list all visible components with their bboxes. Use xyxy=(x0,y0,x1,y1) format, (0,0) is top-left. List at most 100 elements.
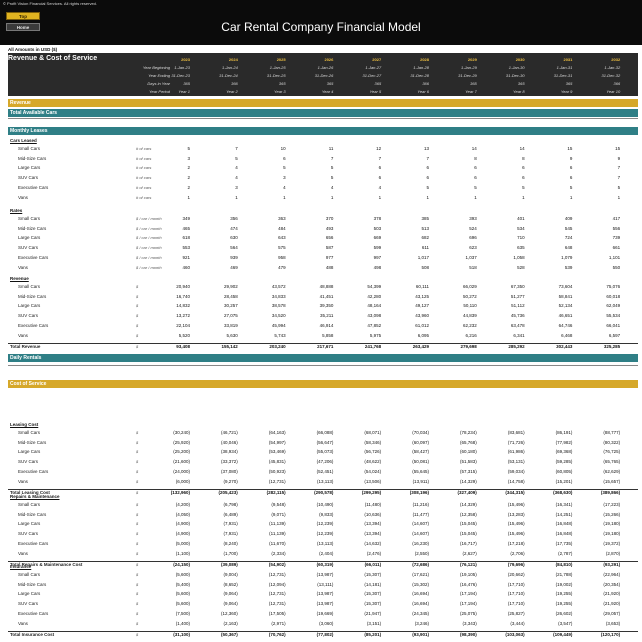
value-cell[interactable]: (16,476) xyxy=(437,582,477,587)
value-cell[interactable]: (19,105) xyxy=(437,572,477,577)
value-cell[interactable]: 3 xyxy=(198,185,238,190)
value-cell[interactable]: 635 xyxy=(485,245,525,250)
value-cell[interactable]: (17,505) xyxy=(246,611,286,616)
value-cell[interactable]: (60,319) xyxy=(293,562,334,567)
value-cell[interactable]: 7 xyxy=(580,175,621,180)
value-cell[interactable]: (4,900) xyxy=(150,521,190,526)
value-cell[interactable]: (58,346) xyxy=(341,440,381,445)
value-cell[interactable]: (11,139) xyxy=(246,531,285,536)
value-cell[interactable]: (71,726) xyxy=(485,440,525,445)
value-cell[interactable]: 401 xyxy=(485,216,525,221)
value-cell[interactable]: (19,255) xyxy=(532,591,573,596)
value-cell[interactable]: (54,997) xyxy=(246,440,286,445)
value-cell[interactable]: 73,604 xyxy=(532,284,573,289)
value-cell[interactable]: 2 xyxy=(150,165,190,170)
value-cell[interactable]: (98,390) xyxy=(437,632,477,637)
value-cell[interactable]: (11,477) xyxy=(389,512,429,517)
value-cell[interactable]: (17,710) xyxy=(485,591,525,596)
value-cell[interactable]: (282,115) xyxy=(246,490,286,495)
value-cell[interactable]: 493 xyxy=(293,226,334,231)
value-cell[interactable]: (17,194) xyxy=(437,591,477,596)
value-cell[interactable]: (20,354) xyxy=(580,582,620,587)
value-cell[interactable]: (47,206) xyxy=(293,459,334,464)
value-cell[interactable]: (26,602) xyxy=(532,611,573,616)
value-cell[interactable]: 5 xyxy=(532,185,573,190)
value-cell[interactable]: (9,270) xyxy=(198,479,238,484)
value-cell[interactable]: 279,698 xyxy=(437,344,477,349)
value-cell[interactable]: 5,520 xyxy=(150,333,190,338)
value-cell[interactable]: (50,367) xyxy=(198,632,238,637)
value-cell[interactable]: (15,657) xyxy=(580,479,620,484)
value-cell[interactable]: (50,923) xyxy=(246,469,286,474)
value-cell[interactable]: 6 xyxy=(437,175,477,180)
value-cell[interactable]: (45,831) xyxy=(246,459,286,464)
value-cell[interactable]: (24,000) xyxy=(150,469,190,474)
value-cell[interactable]: (120,170) xyxy=(580,632,620,637)
value-cell[interactable]: (83,681) xyxy=(485,430,525,435)
value-cell[interactable]: 66,029 xyxy=(437,284,477,289)
value-cell[interactable]: 10 xyxy=(246,146,286,151)
value-cell[interactable]: (12,731) xyxy=(246,591,286,596)
value-cell[interactable]: (2,550) xyxy=(389,551,429,556)
value-cell[interactable]: (8,240) xyxy=(198,541,238,546)
value-cell[interactable]: (15,496) xyxy=(485,531,525,536)
value-cell[interactable]: 43,572 xyxy=(246,284,286,289)
value-cell[interactable]: (6,798) xyxy=(198,502,238,507)
value-cell[interactable]: 378 xyxy=(341,216,382,221)
value-cell[interactable]: (14,758) xyxy=(485,479,525,484)
value-cell[interactable]: (25,075) xyxy=(437,611,477,616)
value-cell[interactable]: 9 xyxy=(580,156,621,161)
value-cell[interactable]: (93,901) xyxy=(389,632,429,637)
value-cell[interactable]: (368,630) xyxy=(532,490,572,495)
value-cell[interactable]: (205,423) xyxy=(198,490,238,495)
value-cell[interactable]: (86,191) xyxy=(532,430,573,435)
value-cell[interactable]: 43,098 xyxy=(341,313,381,318)
value-cell[interactable]: (4,050) xyxy=(150,512,190,517)
value-cell[interactable]: (19,002) xyxy=(532,582,573,587)
value-cell[interactable]: (46,721) xyxy=(198,430,238,435)
value-cell[interactable]: (8,652) xyxy=(198,582,238,587)
value-cell[interactable]: (14,632) xyxy=(341,541,381,546)
value-cell[interactable]: (61,986) xyxy=(485,449,525,454)
value-cell[interactable]: 5,858 xyxy=(293,333,333,338)
value-cell[interactable]: (3,653) xyxy=(580,621,620,626)
value-cell[interactable]: 203,240 xyxy=(246,344,285,349)
value-cell[interactable]: 55,534 xyxy=(580,313,620,318)
value-cell[interactable]: 739 xyxy=(580,235,621,240)
value-cell[interactable]: (14,329) xyxy=(437,479,477,484)
value-cell[interactable]: 623 xyxy=(437,245,477,250)
value-cell[interactable]: (54,902) xyxy=(246,562,286,567)
value-cell[interactable]: 61,012 xyxy=(389,323,429,328)
value-cell[interactable]: (15,307) xyxy=(341,601,381,606)
value-cell[interactable]: (3,547) xyxy=(532,621,572,626)
value-cell[interactable]: (14,251) xyxy=(532,512,573,517)
value-cell[interactable]: (13,987) xyxy=(293,591,334,596)
value-cell[interactable]: 534 xyxy=(485,226,525,231)
value-cell[interactable]: (16,230) xyxy=(389,541,429,546)
value-cell[interactable]: 1,058 xyxy=(485,255,524,260)
value-cell[interactable]: (21,920) xyxy=(580,601,620,606)
value-cell[interactable]: 7 xyxy=(341,156,382,161)
value-cell[interactable]: (15,045) xyxy=(437,531,477,536)
value-cell[interactable]: 6 xyxy=(532,165,573,170)
value-cell[interactable]: (11,139) xyxy=(246,521,285,526)
value-cell[interactable]: 14 xyxy=(437,146,477,151)
value-cell[interactable]: (79,696) xyxy=(485,562,525,567)
value-cell[interactable]: (76,725) xyxy=(580,449,620,454)
value-cell[interactable]: (77,982) xyxy=(532,440,573,445)
value-cell[interactable]: 8 xyxy=(437,156,477,161)
value-cell[interactable]: 49,127 xyxy=(389,303,429,308)
value-cell[interactable]: (29,057) xyxy=(580,611,620,616)
value-cell[interactable]: 1 xyxy=(341,195,382,200)
value-cell[interactable]: 4 xyxy=(341,185,382,190)
value-cell[interactable]: 488 xyxy=(293,265,334,270)
value-cell[interactable]: (51,583) xyxy=(437,459,477,464)
value-cell[interactable]: 1 xyxy=(150,195,190,200)
value-cell[interactable]: 1 xyxy=(437,195,477,200)
value-cell[interactable]: 409 xyxy=(532,216,573,221)
value-cell[interactable]: 5 xyxy=(246,165,286,170)
value-cell[interactable]: 498 xyxy=(341,265,382,270)
value-cell[interactable]: 48,164 xyxy=(341,303,381,308)
value-cell[interactable]: 1 xyxy=(246,195,286,200)
value-cell[interactable]: 696 xyxy=(437,235,477,240)
